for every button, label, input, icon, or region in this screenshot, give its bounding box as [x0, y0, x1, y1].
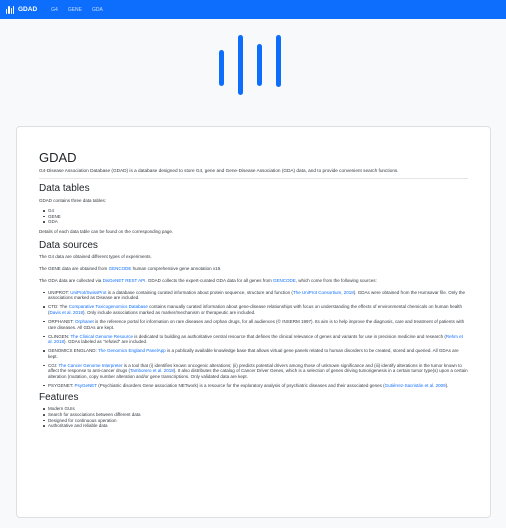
- gda-source-text: The GDA data are collected via DisGeNET …: [39, 278, 468, 284]
- cgi-ref-link[interactable]: Tamborero et al. 2018: [130, 368, 174, 373]
- source-item-cgi: CGI: The Cancer Genome Interpreter is a …: [39, 363, 468, 380]
- gda-source-post: , which come from the following sources:: [295, 277, 377, 283]
- features-heading: Features: [39, 392, 79, 404]
- brand-link[interactable]: GDAD: [6, 5, 38, 14]
- source-item-orphanet: ORPHANET: Orphanet is the reference port…: [39, 319, 468, 330]
- source-item-psygenet: PSYGENET: PsyGeNET (Psychiatric disorder…: [39, 383, 468, 389]
- list-item: Authoritative and reliable data: [39, 423, 468, 429]
- uniprot-link[interactable]: UniProt/SwissProt: [70, 290, 106, 295]
- divider: [39, 178, 468, 179]
- data-tables-list: G4 GENE GDA: [39, 208, 468, 225]
- gencode-link[interactable]: GENCODE: [109, 266, 132, 271]
- intro-text: G4-Disease Association Database (GDAD) i…: [39, 168, 399, 173]
- gda-source-pre: The GDA data are collected via: [39, 277, 102, 283]
- top-navbar: GDAD G4 GENE GDA: [0, 0, 506, 19]
- source-item-ctd: CTD: The Comparative Toxicogenomics Data…: [39, 304, 468, 315]
- ctd-link[interactable]: Comparative Toxicogenomics Database: [69, 304, 148, 309]
- nav-link-gene[interactable]: GENE: [68, 7, 82, 13]
- bar-chart-icon: [6, 5, 15, 14]
- gencode-link-2[interactable]: GENCODE: [273, 278, 296, 283]
- data-tables-lead: GDAD contains three data tables:: [39, 198, 107, 203]
- psygenet-link[interactable]: PsyGeNET: [75, 383, 97, 388]
- features-list: Modern GUIs Search for associations betw…: [39, 406, 468, 428]
- features-section: Features Modern GUIs Search for associat…: [39, 392, 468, 428]
- nav-link-gda[interactable]: GDA: [92, 7, 103, 13]
- gene-source-post: human comprehensive gene annotation v19.: [132, 265, 222, 271]
- page-title: GDAD: [39, 150, 77, 165]
- source-item-clingen: CLINGEN: The Clinical Genome Resource is…: [39, 334, 468, 345]
- uniprot-ref-link[interactable]: The UniProt Consortium, 2018: [293, 290, 354, 295]
- orphanet-link[interactable]: Orphanet: [75, 319, 94, 324]
- psygenet-ref-link[interactable]: Gutiérrez-Sacristán et al. 2009: [385, 383, 446, 388]
- data-sources-section: Data sources The G4 data are obtained di…: [39, 240, 468, 389]
- data-tables-heading: Data tables: [39, 183, 90, 194]
- list-item: GDA: [39, 219, 468, 225]
- source-item-uniprot: UNIPROT: UniProt/SwissProt is a database…: [39, 290, 468, 301]
- data-sources-heading: Data sources: [39, 239, 98, 251]
- clingen-link[interactable]: The Clinical Genome Resource: [70, 334, 133, 339]
- g4-source-text: The G4 data are obtained different types…: [39, 253, 152, 259]
- nav-link-g4[interactable]: G4: [51, 7, 58, 13]
- data-tables-footer: Details of each data table can be found …: [39, 228, 174, 234]
- ctd-ref-link[interactable]: Davis et al. 2018: [50, 310, 84, 315]
- gdad-logo-bars-icon: [219, 35, 281, 95]
- cgi-link[interactable]: The Cancer Genome Interpreter: [58, 363, 122, 368]
- data-tables-section: Data tables GDAD contains three data tab…: [39, 183, 468, 235]
- gda-source-mid: . GDAD collects the expert-curated GDA d…: [145, 277, 272, 283]
- panelapp-link[interactable]: The Genomics England PanelApp: [98, 348, 166, 353]
- content-card: GDAD G4-Disease Association Database (GD…: [16, 126, 491, 518]
- source-item-genomics-england: GENOMICS ENGLAND: The Genomics England P…: [39, 348, 468, 359]
- brand-name: GDAD: [18, 6, 38, 13]
- gene-source-pre: The GENE data are obtained from: [39, 265, 108, 271]
- disgenet-api-link[interactable]: DisGeNET REST API: [103, 278, 146, 283]
- gda-sources-list: UNIPROT: UniProt/SwissProt is a database…: [39, 290, 468, 389]
- gene-source-text: The GENE data are obtained from GENCODE …: [39, 266, 468, 272]
